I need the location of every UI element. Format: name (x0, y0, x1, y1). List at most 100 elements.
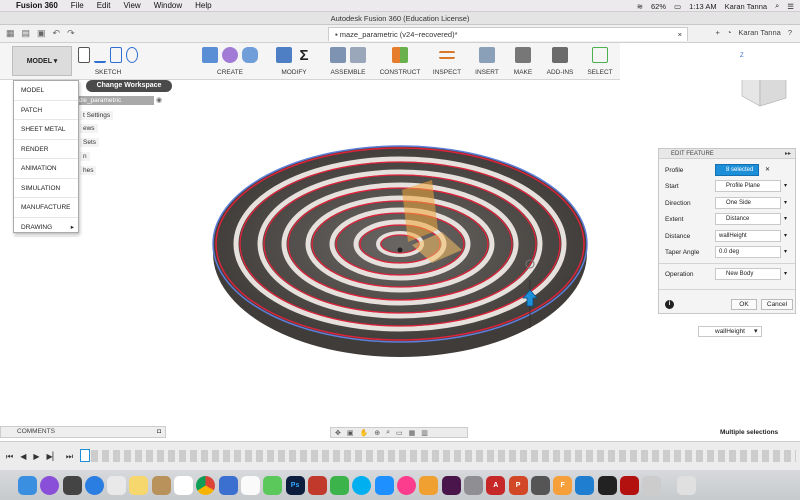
menubar-user[interactable]: Karan Tanna (725, 2, 767, 11)
orbit-icon[interactable]: ✥ (335, 429, 341, 437)
fusion-360-icon[interactable]: F (553, 475, 573, 495)
select-arrow-icon[interactable] (592, 47, 608, 63)
workspace-option-sheet-metal[interactable]: SHEET METAL (14, 120, 78, 140)
photoshop-icon[interactable]: Ps (285, 475, 305, 495)
browser-root-radio-icon[interactable]: ◉ (156, 96, 162, 104)
new-tab-icon[interactable]: + (716, 28, 720, 37)
press-pull-icon[interactable] (276, 47, 292, 63)
assemble-group[interactable]: ASSEMBLE (326, 45, 370, 79)
ok-button[interactable]: OK (731, 299, 757, 310)
finder-window-icon[interactable] (642, 475, 662, 495)
menu-file[interactable]: File (71, 1, 84, 10)
skype-icon[interactable] (352, 475, 372, 495)
data-panel-icon[interactable]: ▦ (6, 28, 15, 39)
vscode-icon[interactable] (575, 475, 595, 495)
extent-select[interactable]: Distance (715, 213, 781, 225)
menu-window[interactable]: Window (154, 1, 182, 10)
timeline-start-icon[interactable]: ⏮ (6, 452, 13, 462)
comments-toggle-icon[interactable]: ◘ (157, 427, 161, 437)
grid-settings-icon[interactable]: ▦ (409, 429, 416, 437)
keynote-icon[interactable] (218, 475, 238, 495)
rectangle-icon[interactable] (109, 47, 122, 63)
workspace-option-animation[interactable]: ANIMATION (14, 159, 78, 179)
trash-icon[interactable] (676, 475, 696, 495)
insert-group[interactable]: INSERT (472, 45, 502, 79)
cancel-button[interactable]: Cancel (761, 299, 793, 310)
photo-booth-icon[interactable] (307, 475, 327, 495)
chevron-down-icon[interactable]: ▾ (784, 268, 787, 281)
reminders-icon[interactable] (240, 475, 260, 495)
timeline-back-icon[interactable]: ◀ (20, 452, 26, 462)
cylinder-icon[interactable] (242, 47, 258, 63)
menu-help[interactable]: Help (195, 1, 211, 10)
profile-selection[interactable]: 8 selected (715, 164, 759, 176)
offset-plane-icon[interactable] (392, 47, 408, 63)
undo-icon[interactable]: ↶ (53, 28, 61, 39)
chevron-down-icon[interactable]: ▾ (754, 327, 758, 335)
redo-icon[interactable]: ↷ (67, 28, 75, 39)
chevron-down-icon[interactable]: ▾ (784, 230, 787, 243)
browser-root[interactable]: maze_parametric (v24~reco... (68, 96, 154, 113)
pan-icon[interactable]: ✋ (360, 429, 369, 437)
finder-icon[interactable] (18, 475, 37, 495)
create-sketch-icon[interactable] (78, 47, 91, 63)
clock[interactable]: 1:13 AM (689, 2, 717, 11)
timeline-forward-icon[interactable]: ▶▏ (47, 452, 59, 462)
chrome-icon[interactable] (196, 475, 216, 495)
look-at-icon[interactable]: ▣ (347, 429, 354, 437)
timeline-end-icon[interactable]: ⏭ (66, 452, 73, 462)
expand-panel-icon[interactable]: ▸▸ (785, 149, 791, 159)
distance-input[interactable]: wallHeight (715, 230, 781, 242)
pattern-icon[interactable] (222, 47, 238, 63)
chevron-down-icon[interactable]: ▾ (784, 246, 787, 259)
display-settings-icon[interactable]: ▭ (396, 429, 403, 437)
chevron-down-icon[interactable]: ▾ (784, 197, 787, 210)
system-preferences-icon[interactable] (463, 475, 483, 495)
slack-icon[interactable] (441, 475, 461, 495)
origin-point[interactable] (397, 247, 403, 253)
taper-angle-input[interactable]: 0.0 deg (715, 246, 781, 258)
acrobat-icon[interactable] (620, 475, 640, 495)
extrude-icon[interactable] (202, 47, 218, 63)
workspace-switcher[interactable]: MODEL ▾ (12, 46, 72, 76)
help-icon[interactable]: ? (788, 28, 792, 37)
siri-icon[interactable] (40, 475, 60, 495)
line-icon[interactable] (94, 47, 106, 63)
menu-edit[interactable]: Edit (97, 1, 111, 10)
fit-icon[interactable]: ⌕ (386, 429, 390, 437)
inspect-group[interactable]: INSPECT (430, 45, 464, 79)
comments-panel[interactable]: COMMENTS ◘ (0, 426, 166, 438)
direction-select[interactable]: One Side (715, 197, 781, 209)
calendar-icon[interactable] (174, 475, 194, 495)
wifi-icon[interactable]: ≋ (637, 2, 643, 11)
parameters-icon[interactable]: Σ (296, 47, 312, 64)
make-group[interactable]: MAKE (510, 45, 536, 79)
browser-item[interactable]: Sets (80, 138, 100, 147)
launchpad-icon[interactable] (62, 475, 82, 495)
document-tab[interactable]: ▪ maze_parametric (v24~recovered)* × (328, 27, 688, 41)
viewcube-right-face[interactable] (759, 71, 787, 107)
add-ins-group[interactable]: ADD-INS (542, 45, 578, 79)
viewports-icon[interactable]: ▥ (421, 429, 428, 437)
create-group[interactable]: CREATE (198, 45, 262, 79)
sketch-group[interactable]: SKETCH (78, 45, 139, 79)
scripts-icon[interactable] (552, 47, 568, 63)
search-icon[interactable]: ⌕ (775, 1, 779, 11)
close-tab-icon[interactable]: × (678, 28, 682, 41)
edit-feature-header[interactable]: EDIT FEATURE ▸▸ (659, 149, 795, 159)
new-component-icon[interactable] (330, 47, 346, 63)
chevron-down-icon[interactable]: ▾ (784, 213, 787, 226)
browser-item[interactable]: t Settings (80, 111, 114, 120)
menu-view[interactable]: View (123, 1, 140, 10)
powerpoint-icon[interactable]: P (508, 475, 528, 495)
contacts-icon[interactable] (151, 475, 171, 495)
notes-icon[interactable] (129, 475, 149, 495)
itunes-icon[interactable] (397, 475, 417, 495)
autodesk-icon[interactable]: A (486, 475, 506, 495)
save-icon[interactable]: ▣ (37, 28, 46, 39)
measure-icon[interactable] (439, 51, 455, 59)
distance-floating-input[interactable]: wallHeight (698, 326, 762, 337)
notification-icon[interactable]: ☰ (787, 2, 794, 11)
terminal-icon[interactable] (597, 475, 617, 495)
browser-item[interactable]: hes (80, 166, 97, 175)
